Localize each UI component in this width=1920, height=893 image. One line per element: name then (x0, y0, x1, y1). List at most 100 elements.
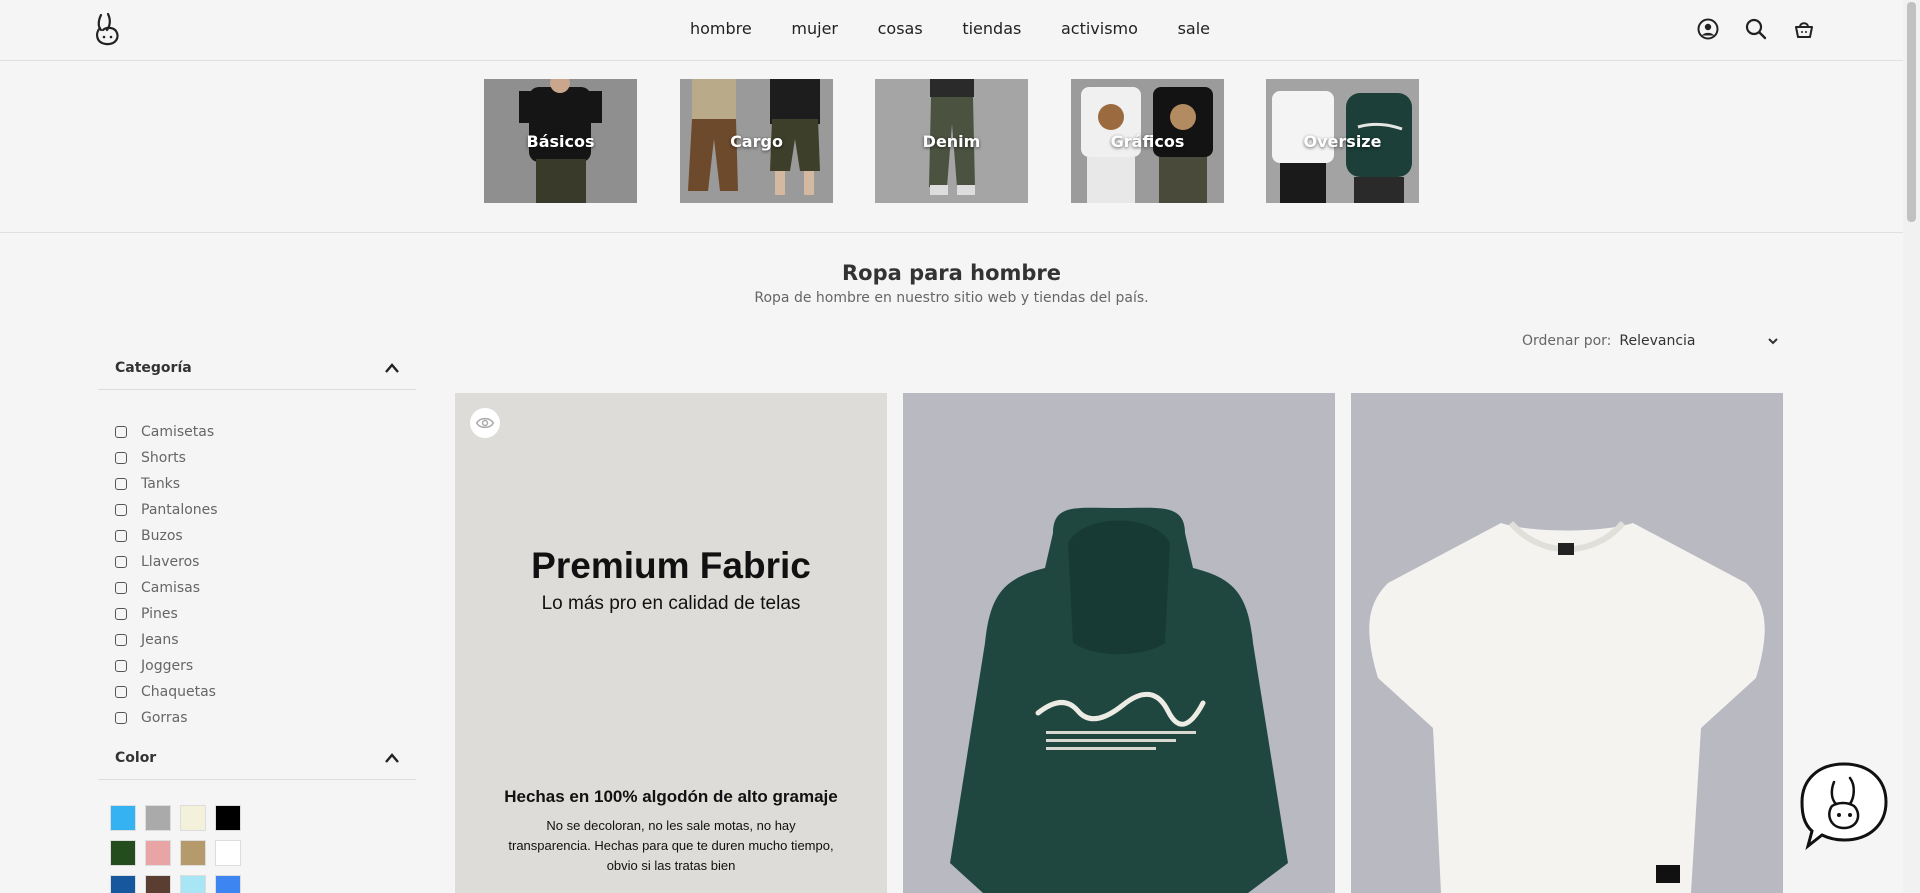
search-icon[interactable] (1744, 17, 1770, 43)
eye-icon (475, 417, 495, 429)
category-label: Cargo (730, 131, 783, 151)
category-tile-graficos[interactable]: Gráficos (1071, 79, 1224, 203)
filter-option[interactable]: Pantalones (115, 497, 218, 523)
color-filter-title: Color (115, 750, 157, 766)
category-tile-oversize[interactable]: Oversize (1266, 79, 1419, 203)
product-card-tshirt[interactable] (1351, 393, 1783, 893)
filter-option[interactable]: Chaquetas (115, 679, 218, 705)
color-swatch[interactable] (145, 805, 171, 831)
category-tile-denim[interactable]: Denim (875, 79, 1028, 203)
filter-option-label: Pines (141, 606, 178, 622)
header-actions (1696, 17, 1818, 43)
filter-option[interactable]: Gorras (115, 705, 218, 731)
nav-cosas[interactable]: cosas (878, 19, 923, 38)
product-card-hoodie[interactable] (903, 393, 1335, 893)
sort-control[interactable]: Ordenar por: Relevancia (1522, 333, 1779, 349)
nav-sale[interactable]: sale (1178, 19, 1210, 38)
chat-bunny-icon[interactable] (1800, 758, 1888, 850)
filter-option-label: Gorras (141, 710, 188, 726)
checkbox[interactable] (115, 426, 127, 438)
filter-option[interactable]: Jeans (115, 627, 218, 653)
chevron-up-icon[interactable] (384, 362, 400, 374)
filter-option[interactable]: Buzos (115, 523, 218, 549)
category-label: Básicos (526, 131, 595, 151)
category-tile-basicos[interactable]: Básicos (484, 79, 637, 203)
nav-hombre[interactable]: hombre (690, 19, 752, 38)
color-swatch[interactable] (110, 875, 136, 893)
checkbox[interactable] (115, 556, 127, 568)
sort-label: Ordenar por: (1522, 333, 1612, 349)
filter-option[interactable]: Llaveros (115, 549, 218, 575)
filter-option-label: Shorts (141, 450, 186, 466)
filter-option-label: Tanks (141, 476, 181, 492)
color-swatch[interactable] (215, 840, 241, 866)
color-swatch[interactable] (145, 840, 171, 866)
category-label: Denim (922, 131, 981, 151)
category-filter-title: Categoría (115, 360, 192, 376)
category-label: Oversize (1303, 131, 1382, 151)
promo-subtitle: Lo más pro en calidad de telas (541, 593, 801, 614)
main-nav: hombre mujer cosas tiendas activismo sal… (690, 19, 1210, 38)
page-title: Ropa para hombre (841, 261, 1062, 285)
promo-body: No se decoloran, no les sale motas, no h… (508, 818, 834, 873)
checkbox[interactable] (115, 712, 127, 724)
checkbox[interactable] (115, 660, 127, 672)
filter-option-label: Joggers (141, 658, 194, 674)
filter-option[interactable]: Tanks (115, 471, 218, 497)
promo-heading: Hechas en 100% algodón de alto gramaje (504, 787, 838, 806)
filter-option-label: Jeans (141, 632, 179, 648)
category-filter-header[interactable]: Categoría (98, 350, 416, 390)
color-swatch[interactable] (110, 805, 136, 831)
filter-option-label: Pantalones (141, 502, 218, 518)
checkbox[interactable] (115, 582, 127, 594)
filter-option-label: Chaquetas (141, 684, 216, 700)
color-swatch[interactable] (145, 875, 171, 893)
cart-icon[interactable] (1792, 17, 1818, 43)
checkbox[interactable] (115, 530, 127, 542)
filter-option[interactable]: Pines (115, 601, 218, 627)
checkbox[interactable] (115, 452, 127, 464)
color-swatch[interactable] (110, 840, 136, 866)
filter-option-label: Buzos (141, 528, 183, 544)
category-strip: Básicos Cargo Denim Gráficos Oversize (0, 61, 1903, 233)
quick-view-button[interactable] (470, 408, 500, 438)
checkbox[interactable] (115, 686, 127, 698)
color-swatch[interactable] (215, 805, 241, 831)
color-swatch[interactable] (215, 875, 241, 893)
site-header: hombre mujer cosas tiendas activismo sal… (0, 0, 1903, 61)
color-swatch[interactable] (180, 840, 206, 866)
category-tile-cargo[interactable]: Cargo (680, 79, 833, 203)
category-label: Gráficos (1110, 131, 1185, 151)
sort-select[interactable]: Relevancia (1619, 333, 1759, 349)
promo-title: Premium Fabric (531, 545, 811, 586)
nav-tiendas[interactable]: tiendas (962, 19, 1021, 38)
tshirt-image (1369, 521, 1765, 893)
filter-option[interactable]: Camisas (115, 575, 218, 601)
color-swatch[interactable] (180, 875, 206, 893)
checkbox[interactable] (115, 504, 127, 516)
filter-option-label: Llaveros (141, 554, 200, 570)
checkbox[interactable] (115, 608, 127, 620)
checkbox[interactable] (115, 634, 127, 646)
filter-option-label: Camisetas (141, 424, 215, 440)
color-swatch[interactable] (180, 805, 206, 831)
color-filter-header[interactable]: Color (98, 740, 416, 780)
product-card-promo[interactable]: Premium Fabric Lo más pro en calidad de … (455, 393, 887, 893)
category-filter-list: Camisetas Shorts Tanks Pantalones Buzos … (115, 419, 218, 731)
nav-activismo[interactable]: activismo (1061, 19, 1138, 38)
checkbox[interactable] (115, 478, 127, 490)
scrollbar-thumb[interactable] (1907, 2, 1916, 222)
page-subtitle: Ropa de hombre en nuestro sitio web y ti… (754, 290, 1149, 306)
bunny-logo-icon[interactable] (92, 11, 124, 47)
filter-option[interactable]: Camisetas (115, 419, 218, 445)
account-icon[interactable] (1696, 17, 1722, 43)
filter-option-label: Camisas (141, 580, 201, 596)
color-swatch-grid (110, 805, 241, 893)
filter-option[interactable]: Shorts (115, 445, 218, 471)
hoodie-image (950, 507, 1288, 893)
nav-mujer[interactable]: mujer (791, 19, 838, 38)
chevron-up-icon[interactable] (384, 752, 400, 764)
chevron-down-icon[interactable] (1767, 335, 1779, 347)
filter-option[interactable]: Joggers (115, 653, 218, 679)
page-scrollbar[interactable] (1903, 0, 1920, 893)
